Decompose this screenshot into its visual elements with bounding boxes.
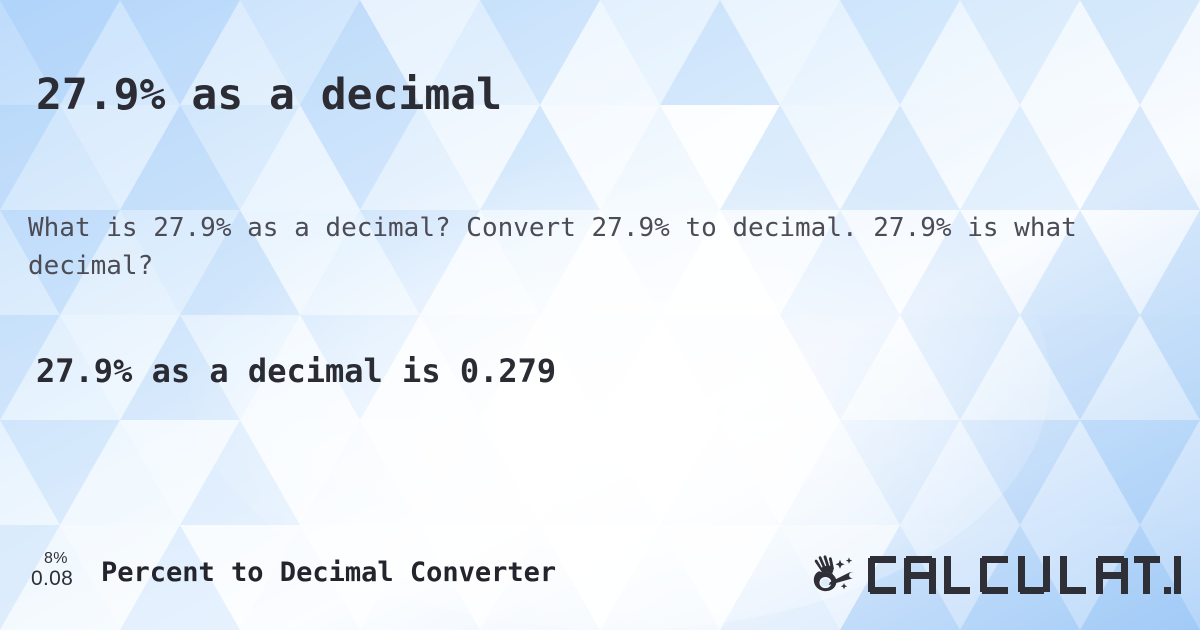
percent-to-decimal-icon: 8% 0.08 bbox=[30, 548, 92, 598]
percent-to-decimal-icon-percent: 8% bbox=[44, 550, 68, 567]
converter-tool-title: Percent to Decimal Converter bbox=[101, 557, 557, 588]
page-title: 27.9% as a decimal bbox=[36, 69, 502, 120]
percent-to-decimal-icon-decimal: 0.08 bbox=[31, 567, 74, 590]
calculatio-wordmark: CALCULAT.IO bbox=[868, 556, 1181, 594]
magic-wand-hand-icon bbox=[813, 555, 856, 592]
calculatio-logo[interactable]: CALCULAT.IO bbox=[808, 552, 1186, 598]
card-content: 27.9% as a decimal What is 27.9% as a de… bbox=[0, 0, 1200, 630]
footer-brand: 8% 0.08 Percent to Decimal Converter bbox=[30, 548, 556, 598]
share-card: 27.9% as a decimal What is 27.9% as a de… bbox=[0, 0, 1200, 630]
answer-statement: 27.9% as a decimal is 0.279 bbox=[36, 352, 557, 390]
card-footer: 8% 0.08 Percent to Decimal Converter bbox=[0, 540, 1200, 630]
page-description: What is 27.9% as a decimal? Convert 27.9… bbox=[28, 213, 1077, 281]
